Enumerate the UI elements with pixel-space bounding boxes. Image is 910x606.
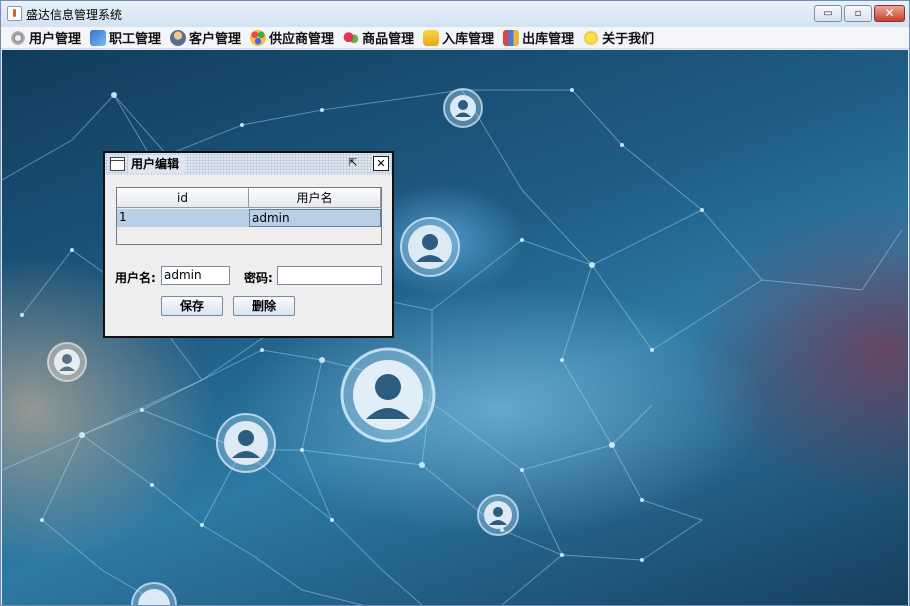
menu-label: 关于我们	[602, 32, 655, 47]
internal-frame-title: 用户编辑	[128, 155, 186, 173]
menu-stock-out-management[interactable]: 出库管理	[500, 28, 580, 48]
user-edit-internal-frame: 用户编辑 ⇱ ✕ id 用户名 1 admin 用户名: admin 密码: 保…	[103, 151, 394, 338]
username-label: 用户名:	[115, 271, 156, 285]
table-row[interactable]: 1 admin	[117, 209, 381, 227]
menu-goods-management[interactable]: 商品管理	[340, 28, 420, 48]
java-app-icon	[7, 6, 22, 21]
menu-label: 客户管理	[189, 32, 242, 47]
stock-in-icon	[423, 29, 440, 46]
menu-label: 入库管理	[442, 32, 495, 47]
restore-icon[interactable]: ⇱	[345, 156, 361, 171]
username-field[interactable]: admin	[161, 266, 230, 285]
maximize-icon: ▫	[854, 8, 862, 19]
password-field[interactable]	[277, 266, 382, 285]
menu-supplier-management[interactable]: 供应商管理	[247, 28, 340, 48]
title-bar: 盛达信息管理系统 ▭ ▫ ✕	[1, 1, 909, 27]
frame-icon	[110, 157, 125, 171]
save-button[interactable]: 保存	[161, 296, 223, 316]
customer-icon	[170, 29, 187, 46]
window-controls: ▭ ▫ ✕	[814, 5, 905, 22]
menu-label: 职工管理	[109, 32, 162, 47]
password-label: 密码:	[244, 271, 273, 285]
menu-customer-management[interactable]: 客户管理	[167, 28, 247, 48]
goods-icon	[343, 29, 360, 46]
menu-label: 出库管理	[522, 32, 575, 47]
staff-icon	[90, 29, 107, 46]
menu-about-us[interactable]: 关于我们	[580, 28, 660, 48]
user-table: id 用户名 1 admin	[116, 187, 382, 245]
stock-out-icon	[503, 29, 520, 46]
window-title: 盛达信息管理系统	[26, 8, 123, 22]
minimize-button[interactable]: ▭	[814, 5, 842, 22]
close-frame-icon[interactable]: ✕	[373, 156, 389, 171]
supplier-icon	[250, 29, 267, 46]
maximize-button[interactable]: ▫	[844, 5, 872, 22]
minimize-icon: ▭	[823, 8, 833, 19]
menu-label: 用户管理	[29, 32, 82, 47]
cell-id[interactable]: 1	[117, 209, 249, 227]
menu-staff-management[interactable]: 职工管理	[87, 28, 167, 48]
delete-button[interactable]: 删除	[233, 296, 295, 316]
star-icon	[583, 29, 600, 46]
close-icon: ✕	[884, 6, 895, 20]
column-header-username[interactable]: 用户名	[249, 188, 381, 208]
menu-label: 商品管理	[362, 32, 415, 47]
menu-bar: 用户管理 职工管理 客户管理 供应商管理 商品管理 入库管理 出库管理 关于我们	[1, 27, 909, 49]
gear-icon	[10, 29, 26, 46]
close-button[interactable]: ✕	[874, 5, 905, 22]
table-header: id 用户名	[117, 188, 381, 208]
menu-user-management[interactable]: 用户管理	[7, 28, 87, 48]
cell-username[interactable]: admin	[249, 209, 381, 227]
internal-frame-title-bar[interactable]: 用户编辑 ⇱ ✕	[105, 153, 392, 175]
menu-stock-in-management[interactable]: 入库管理	[420, 28, 500, 48]
menu-label: 供应商管理	[269, 32, 335, 47]
column-header-id[interactable]: id	[117, 188, 249, 208]
